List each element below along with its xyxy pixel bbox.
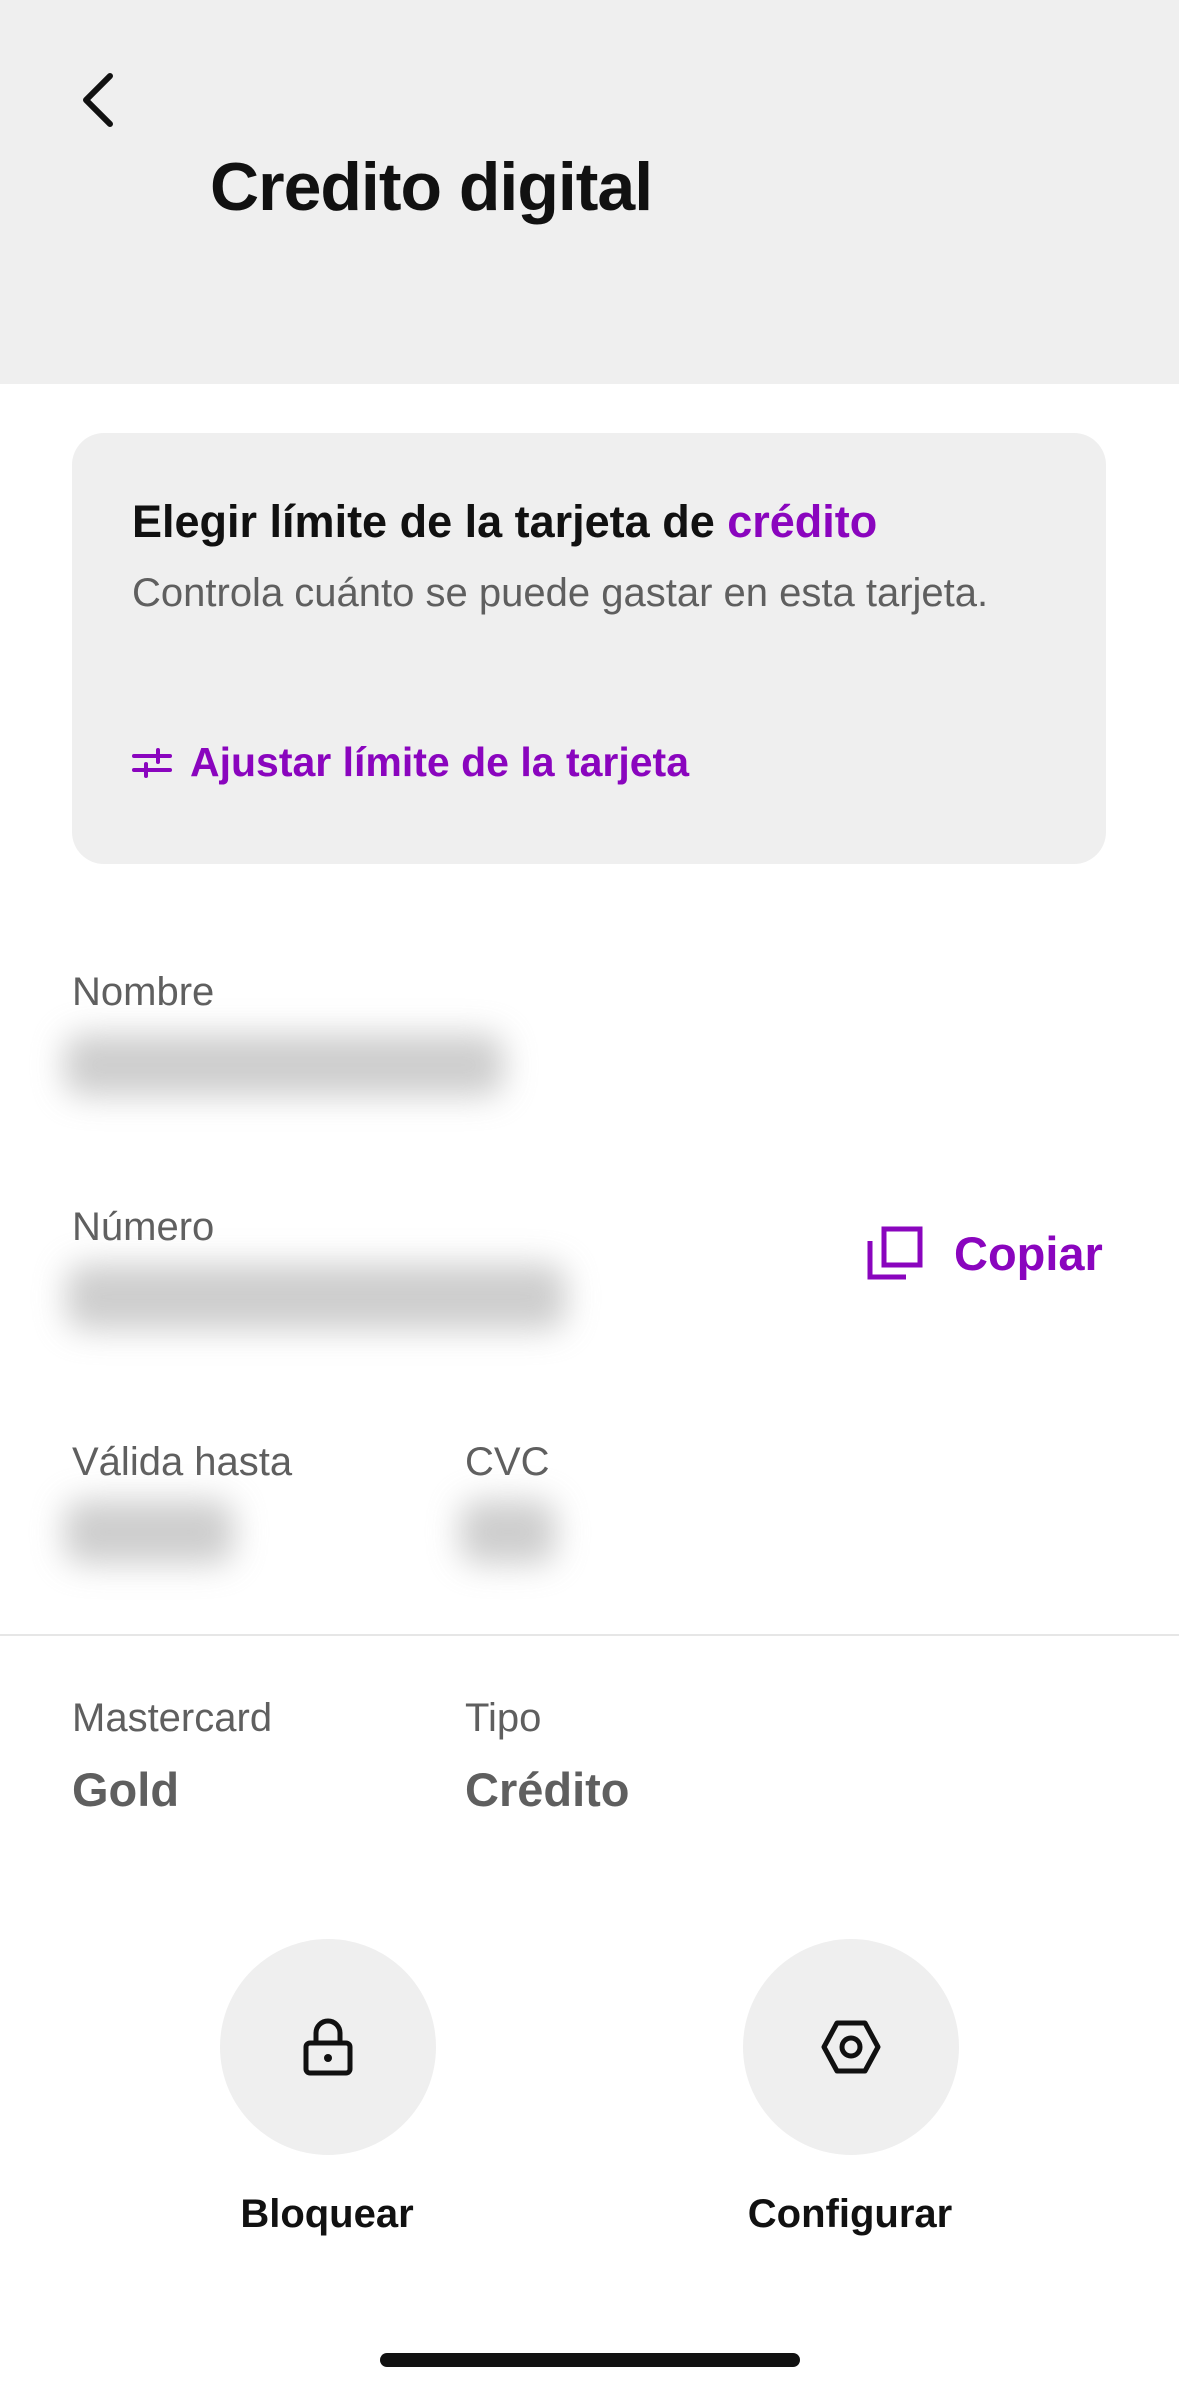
copy-button[interactable]: Copiar [866, 1225, 1103, 1281]
type-label: Tipo [465, 1696, 542, 1740]
lock-button[interactable] [220, 1939, 436, 2155]
copy-label: Copiar [954, 1226, 1103, 1280]
adjust-limit-label: Ajustar límite de la tarjeta [190, 739, 690, 785]
limit-card-title-accent: crédito [727, 496, 878, 547]
number-value-blurred [66, 1264, 566, 1330]
cvc-value-blurred [460, 1500, 556, 1564]
settings-button[interactable] [743, 1939, 959, 2155]
limit-card-description: Controla cuánto se puede gastar en esta … [132, 570, 989, 615]
back-button[interactable] [62, 60, 134, 140]
limit-card: Elegir límite de la tarjeta de crédito C… [72, 433, 1106, 864]
home-indicator [380, 2353, 800, 2367]
header: Credito digital [0, 0, 1179, 384]
lock-label: Bloquear [240, 2192, 414, 2236]
limit-card-title: Elegir límite de la tarjeta de crédito [132, 493, 1046, 552]
name-value-blurred [64, 1034, 504, 1096]
brand-value: Gold [72, 1763, 180, 1816]
type-value: Crédito [465, 1763, 630, 1816]
name-label: Nombre [72, 970, 215, 1014]
lock-icon [303, 2018, 353, 2076]
copy-icon [867, 1226, 923, 1280]
valid-until-label: Válida hasta [72, 1440, 293, 1484]
valid-until-value-blurred [64, 1500, 234, 1564]
adjust-limit-link[interactable]: Ajustar límite de la tarjeta [132, 739, 689, 786]
divider [0, 1634, 1179, 1636]
cvc-label: CVC [465, 1440, 550, 1484]
settings-hexagon-icon [821, 2020, 881, 2074]
chevron-left-icon [83, 73, 113, 127]
brand-label: Mastercard [72, 1696, 273, 1740]
sliders-icon [132, 747, 172, 778]
number-label: Número [72, 1205, 215, 1249]
limit-card-title-main: Elegir límite de la tarjeta de [132, 496, 728, 547]
settings-label: Configurar [747, 2192, 953, 2236]
page-title: Credito digital [210, 149, 653, 225]
